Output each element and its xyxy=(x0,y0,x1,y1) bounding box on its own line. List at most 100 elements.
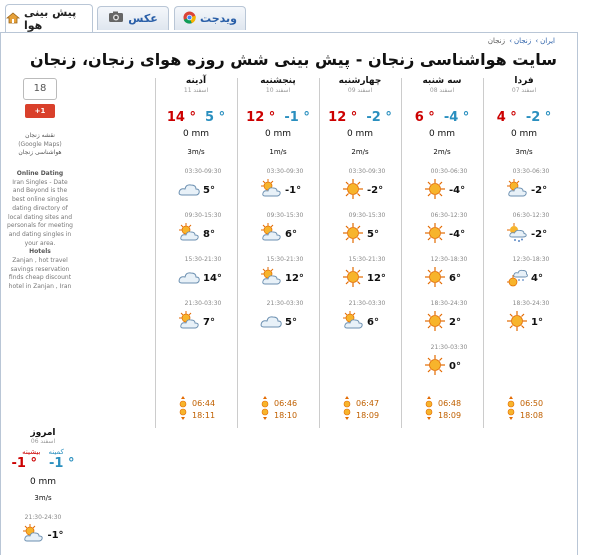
slot-time: 09:30-15:30 xyxy=(184,212,222,219)
sun-icon xyxy=(424,222,446,246)
sunset-icon xyxy=(260,408,270,422)
slot-time: 12:30-18:30 xyxy=(430,256,468,263)
today-max: -1 ° xyxy=(11,456,37,471)
min-temp: 5 ° xyxy=(205,110,226,125)
slot-time: 06:30-12:30 xyxy=(512,212,550,219)
forecast-slot: 15:30-21:30 12° xyxy=(238,256,318,290)
day-temps: 4 ° -2 ° xyxy=(484,110,564,125)
forecast-slot: 21:30-03:30 6° xyxy=(320,300,400,334)
precipitation: 0 mm xyxy=(182,129,210,139)
tab-photo[interactable]: عکس xyxy=(97,6,169,30)
wind-speed: 2m/s xyxy=(433,148,451,156)
partly-cloudy-icon xyxy=(178,310,200,334)
sun-icon xyxy=(424,266,446,290)
tab-widget[interactable]: ویدجت xyxy=(174,6,246,30)
sunrise-time: 06:44 xyxy=(192,398,216,408)
slot-temp: -2° xyxy=(531,184,548,196)
slot-time: 21:30-03:30 xyxy=(184,300,222,307)
slot-temp: 6° xyxy=(285,228,297,240)
slot-time: 03:30-09:30 xyxy=(184,168,222,175)
sidebar: 18 +1 نقشه زنجان (Google Maps) هواشناسی … xyxy=(6,78,74,292)
slot-time: 15:30-21:30 xyxy=(266,256,304,263)
sun-icon xyxy=(424,354,446,378)
sunrise-time: 06:50 xyxy=(520,398,544,408)
slot-temp: 6° xyxy=(449,272,461,284)
forecast-slot: 03:30-09:30 -2° xyxy=(320,168,400,202)
tab-forecast[interactable]: پیش بینی هوا xyxy=(5,4,93,33)
day-header: سه شنبه 08 اسفند xyxy=(402,76,482,94)
day-header: آدینه 11 اسفند xyxy=(156,76,236,94)
slot-temp: -1° xyxy=(285,184,302,196)
sun-times: 06:46 18:10 xyxy=(238,396,318,422)
cloud-icon xyxy=(260,310,282,334)
forecast-slot: 15:30-21:30 12° xyxy=(320,256,400,290)
slot-temp: 5° xyxy=(367,228,379,240)
slot-time: 15:30-21:30 xyxy=(348,256,386,263)
slot-time: 03:30-09:30 xyxy=(348,168,386,175)
precipitation: 0 mm xyxy=(510,129,538,139)
sunrise-time: 06:46 xyxy=(274,398,298,408)
gplus-button[interactable]: +1 xyxy=(25,104,55,118)
max-temp: 12 ° xyxy=(328,110,358,125)
slot-time: 09:30-15:30 xyxy=(348,212,386,219)
hotels-text: Zanjan , hot travel savings reservation … xyxy=(8,256,72,290)
partly-cloudy-icon xyxy=(260,222,282,246)
slot-time: 06:30-12:30 xyxy=(430,212,468,219)
day-header: فردا 07 اسفند xyxy=(484,76,564,94)
wind-speed: 3m/s xyxy=(187,148,205,156)
tab-bar: پیش بینی هوا عکس ویدجت xyxy=(0,0,589,33)
sun-times: 06:47 18:09 xyxy=(320,396,400,421)
day-name: آدینه xyxy=(185,76,207,86)
today-slot-time: 21:30-24:30 xyxy=(24,514,62,521)
slot-time: 21:30-03:30 xyxy=(348,300,386,307)
slot-temp: 14° xyxy=(203,272,222,284)
forecast-slot: 06:30-12:30 -2° xyxy=(484,212,564,246)
partly-cloudy-icon xyxy=(178,222,200,246)
weather-link[interactable]: هواشناسی زنجان xyxy=(6,149,74,158)
slot-temp: 6° xyxy=(367,316,379,328)
day-header: چهارشنبه 09 اسفند xyxy=(320,76,400,94)
sunset-time: 18:09 xyxy=(438,410,462,420)
slot-time: 18:30-24:30 xyxy=(430,300,468,307)
precipitation: 0 mm xyxy=(264,129,292,139)
sunset-icon xyxy=(424,408,434,422)
slot-time: 03:30-06:30 xyxy=(512,168,550,175)
slot-temp: 12° xyxy=(367,272,386,284)
precipitation: 0 mm xyxy=(428,129,456,139)
sun-icon xyxy=(506,310,528,334)
breadcrumb-item[interactable]: زنجان xyxy=(514,37,531,45)
sunset-time: 18:11 xyxy=(192,410,216,420)
slot-time: 00:30-06:30 xyxy=(430,168,468,175)
sun-icon xyxy=(342,178,364,202)
day-date: 08 اسفند xyxy=(429,87,455,94)
day-date: 09 اسفند xyxy=(347,87,373,94)
forecast-slot: 15:30-21:30 14° xyxy=(156,256,236,290)
tab-photo-label: عکس xyxy=(128,12,158,25)
cloud-icon xyxy=(178,266,200,290)
forecast-slot: 03:30-09:30 5° xyxy=(156,168,236,202)
day-date: 10 اسفند xyxy=(265,87,291,94)
today-rain: 0 mm xyxy=(29,477,57,487)
partly-cloudy-icon xyxy=(260,266,282,290)
max-temp: 4 ° xyxy=(496,110,517,125)
forecast-slot: 09:30-15:30 5° xyxy=(320,212,400,246)
dating-title[interactable]: Online Dating xyxy=(6,170,74,179)
slot-time: 12:30-18:30 xyxy=(512,256,550,263)
max-temp: 14 ° xyxy=(166,110,196,125)
hotels-title[interactable]: Hotels xyxy=(6,248,74,257)
map-link[interactable]: نقشه زنجان xyxy=(6,132,74,141)
breadcrumb-item[interactable]: ایران xyxy=(540,37,555,45)
forecast-slot: 09:30-15:30 6° xyxy=(238,212,318,246)
column-divider xyxy=(237,78,238,428)
partly-cloudy-icon xyxy=(260,178,282,202)
cloud-icon xyxy=(178,178,200,202)
wind-speed: 1m/s xyxy=(269,148,287,156)
forecast-slot: 18:30-24:30 1° xyxy=(484,300,564,334)
sunset-time: 18:09 xyxy=(356,410,380,420)
sun-icon xyxy=(342,266,364,290)
sunset-time: 18:10 xyxy=(274,410,298,420)
day-date: 07 اسفند xyxy=(511,87,537,94)
slot-temp: 5° xyxy=(203,184,215,196)
breadcrumb-item[interactable]: زنجان xyxy=(488,37,505,45)
precipitation: 0 mm xyxy=(346,129,374,139)
